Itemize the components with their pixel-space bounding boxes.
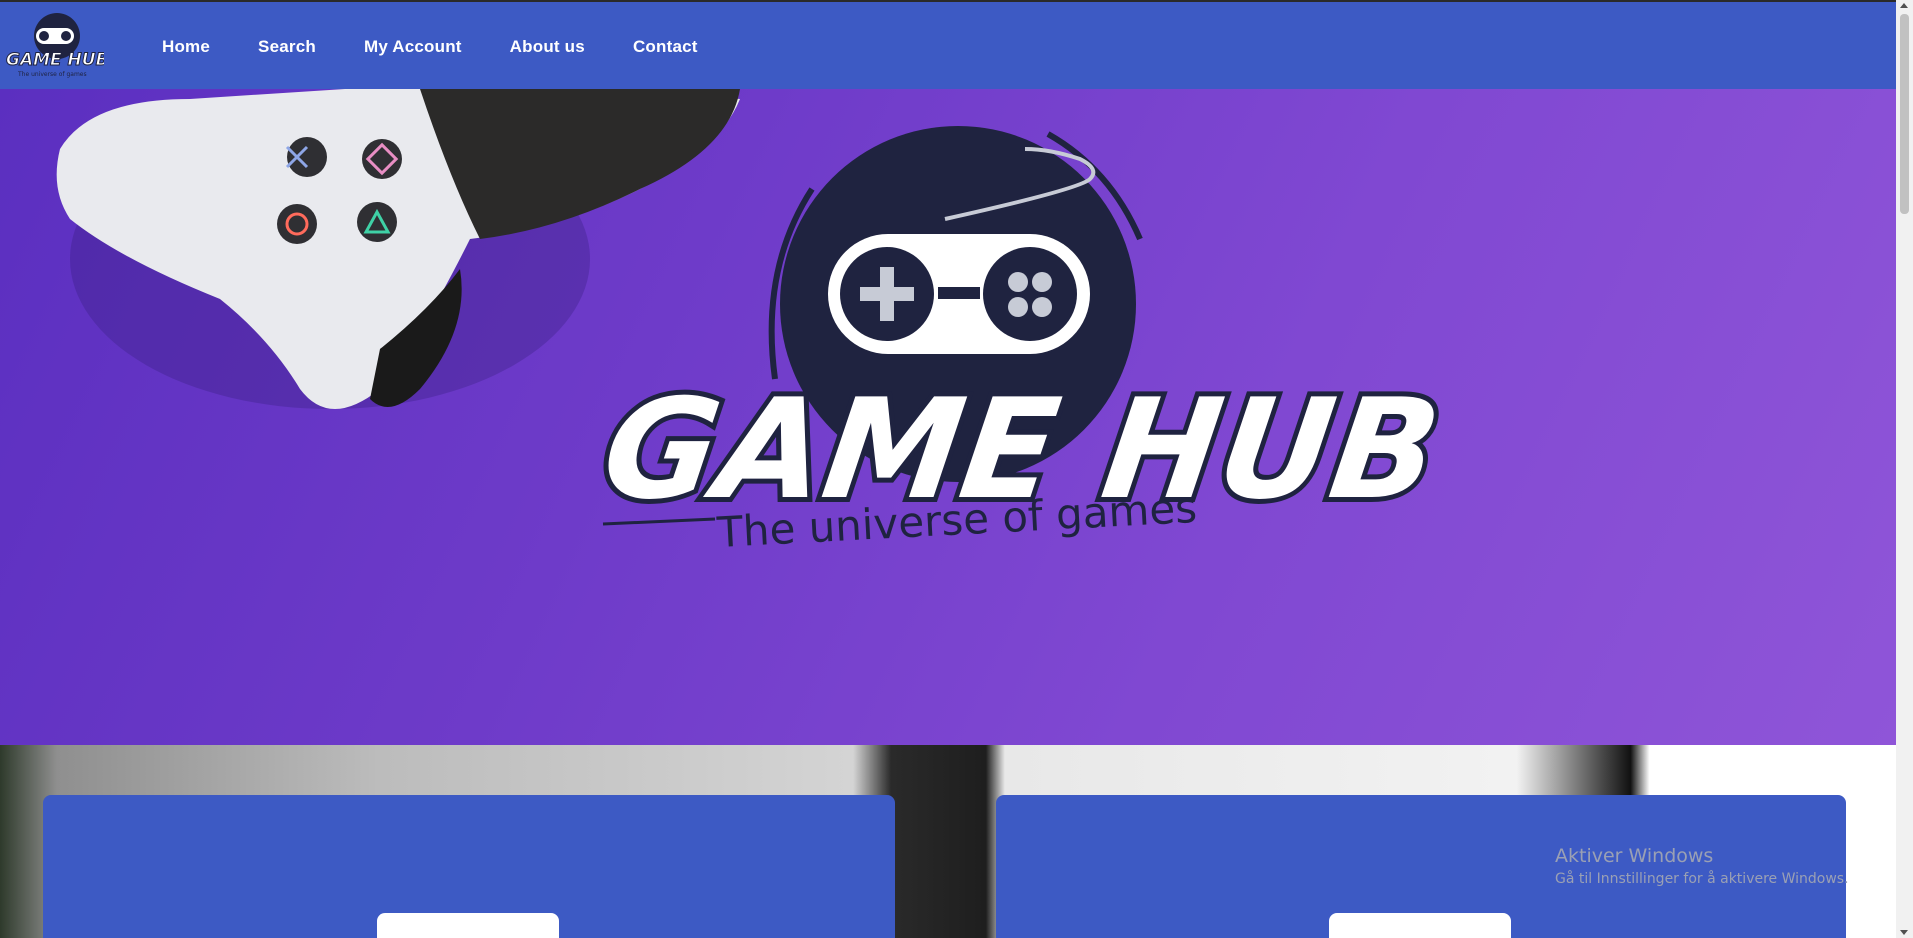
gamepad-icon [56, 89, 740, 409]
hero-banner: GAME HUB The universe of games [0, 89, 1896, 745]
windows-activation-watermark: Aktiver Windows Gå til Innstillinger for… [1555, 845, 1849, 887]
nav-search[interactable]: Search [258, 37, 316, 57]
nav-my-account[interactable]: My Account [364, 37, 462, 57]
nav-home[interactable]: Home [162, 37, 210, 57]
scrollbar-thumb[interactable] [1900, 14, 1909, 214]
scroll-up-icon[interactable] [1900, 3, 1908, 8]
game-hub-logo-icon[interactable]: GAME HUB The universe of games [2, 10, 104, 78]
feature-section [0, 745, 1896, 938]
feature-card-left [43, 795, 895, 938]
watermark-title: Aktiver Windows [1555, 845, 1714, 867]
nav-logo-tagline: The universe of games [17, 71, 87, 78]
main-nav: Home Search My Account About us Contact [162, 2, 698, 91]
feature-card-left-button[interactable] [377, 913, 559, 938]
feature-card-right-button[interactable] [1329, 913, 1511, 938]
nav-contact[interactable]: Contact [633, 37, 698, 57]
hero-illustration: GAME HUB The universe of games [56, 89, 1454, 557]
page-scrollbar[interactable] [1896, 0, 1913, 938]
watermark-subtitle: Gå til Innstillinger for å aktivere Wind… [1555, 871, 1849, 887]
nav-about-us[interactable]: About us [510, 37, 585, 57]
game-hub-logo-icon: GAME HUB The universe of games [589, 126, 1454, 557]
nav-logo-text: GAME HUB [6, 50, 104, 70]
top-navbar: GAME HUB The universe of games Home Sear… [0, 0, 1896, 89]
scroll-down-icon[interactable] [1900, 930, 1908, 935]
